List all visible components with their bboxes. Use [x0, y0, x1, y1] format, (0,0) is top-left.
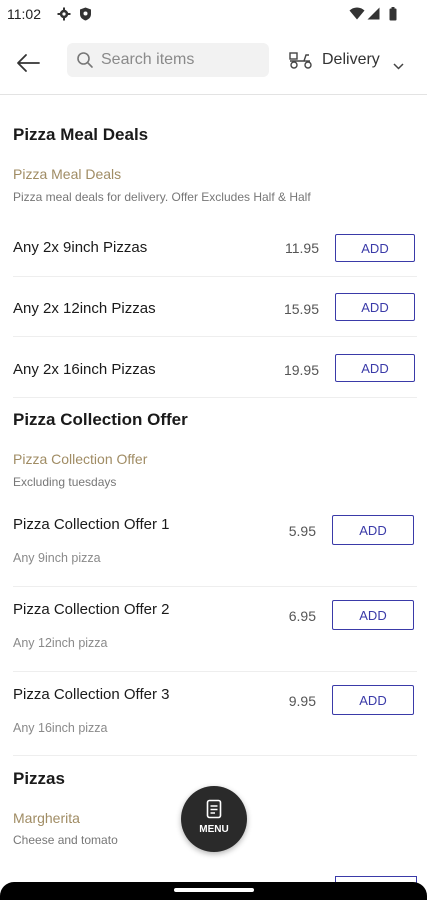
category-description: Pizza meal deals for delivery. Offer Exc…: [13, 190, 311, 204]
wifi-icon: [349, 7, 365, 25]
chevron-down-icon: [393, 57, 404, 75]
item-subtitle: Any 16inch pizza: [13, 721, 108, 735]
item-name: Any 2x 12inch Pizzas: [13, 300, 156, 317]
item-price: 19.95: [283, 362, 319, 378]
search-box[interactable]: [67, 43, 269, 77]
row-divider: [13, 336, 417, 337]
menu-item-row[interactable]: Any 2x 16inch Pizzas 19.95 ADD: [13, 353, 417, 385]
menu-fab-button[interactable]: MENU: [181, 786, 247, 852]
row-divider: [13, 397, 417, 398]
signal-icon: [367, 7, 380, 25]
category-description: Excluding tuesdays: [13, 475, 117, 489]
item-name: Pizza Collection Offer 1: [13, 516, 170, 533]
item-subtitle: Any 9inch pizza: [13, 551, 101, 565]
item-name: Any 2x 16inch Pizzas: [13, 361, 156, 378]
battery-icon: [389, 7, 397, 26]
add-button[interactable]: ADD: [332, 600, 414, 630]
menu-item-row[interactable]: Any 2x 12inch Pizzas 15.95 ADD: [13, 292, 417, 324]
item-name: Any 2x 9inch Pizzas: [13, 239, 148, 256]
row-divider: [13, 671, 417, 672]
item-name: Pizza Collection Offer 3: [13, 686, 170, 703]
top-bar: Delivery: [0, 36, 427, 94]
add-button[interactable]: ADD: [335, 354, 415, 382]
back-button[interactable]: [14, 48, 48, 78]
shield-icon: [79, 7, 92, 26]
status-time: 11:02: [7, 6, 41, 22]
delivery-selector[interactable]: Delivery: [286, 44, 412, 76]
menu-item-row[interactable]: Pizza Collection Offer 2 Any 12inch pizz…: [13, 599, 417, 659]
item-subtitle: Any 12inch pizza: [13, 636, 108, 650]
item-name: Pizza Collection Offer 2: [13, 601, 170, 618]
category-name: Pizza Collection Offer: [13, 451, 148, 467]
row-divider: [13, 586, 417, 587]
item-price: 5.95: [288, 523, 316, 539]
section-title: Pizza Meal Deals: [13, 125, 149, 144]
menu-fab-label: MENU: [199, 824, 229, 835]
back-arrow-icon: [14, 54, 44, 82]
row-divider: [13, 276, 417, 277]
section-title: Pizza Collection Offer: [13, 410, 188, 429]
item-price: 11.95: [285, 240, 319, 256]
section-title: Pizzas: [13, 769, 65, 788]
category-name: Margherita: [13, 810, 80, 826]
menu-item-row[interactable]: Pizza Collection Offer 3 Any 16inch pizz…: [13, 684, 417, 744]
home-indicator[interactable]: [174, 888, 254, 892]
add-button[interactable]: ADD: [332, 685, 414, 715]
add-button[interactable]: ADD: [332, 515, 414, 545]
item-price: 15.95: [283, 301, 319, 317]
status-bar: 11:02: [0, 0, 427, 28]
search-input[interactable]: [101, 49, 261, 71]
category-name: Pizza Meal Deals: [13, 166, 122, 182]
delivery-label: Delivery: [322, 51, 380, 68]
header-divider: [0, 94, 427, 95]
add-button[interactable]: ADD: [335, 234, 415, 262]
item-price: 9.95: [288, 693, 316, 709]
item-price: 6.95: [288, 608, 316, 624]
category-description: Cheese and tomato: [13, 833, 118, 847]
menu-item-row[interactable]: Pizza Collection Offer 1 Any 9inch pizza…: [13, 514, 417, 574]
menu-item-row[interactable]: Any 2x 9inch Pizzas 11.95 ADD: [13, 232, 417, 264]
add-button[interactable]: ADD: [335, 293, 415, 321]
row-divider: [13, 755, 417, 756]
gear-icon: [57, 7, 71, 26]
scooter-icon: [288, 50, 314, 75]
